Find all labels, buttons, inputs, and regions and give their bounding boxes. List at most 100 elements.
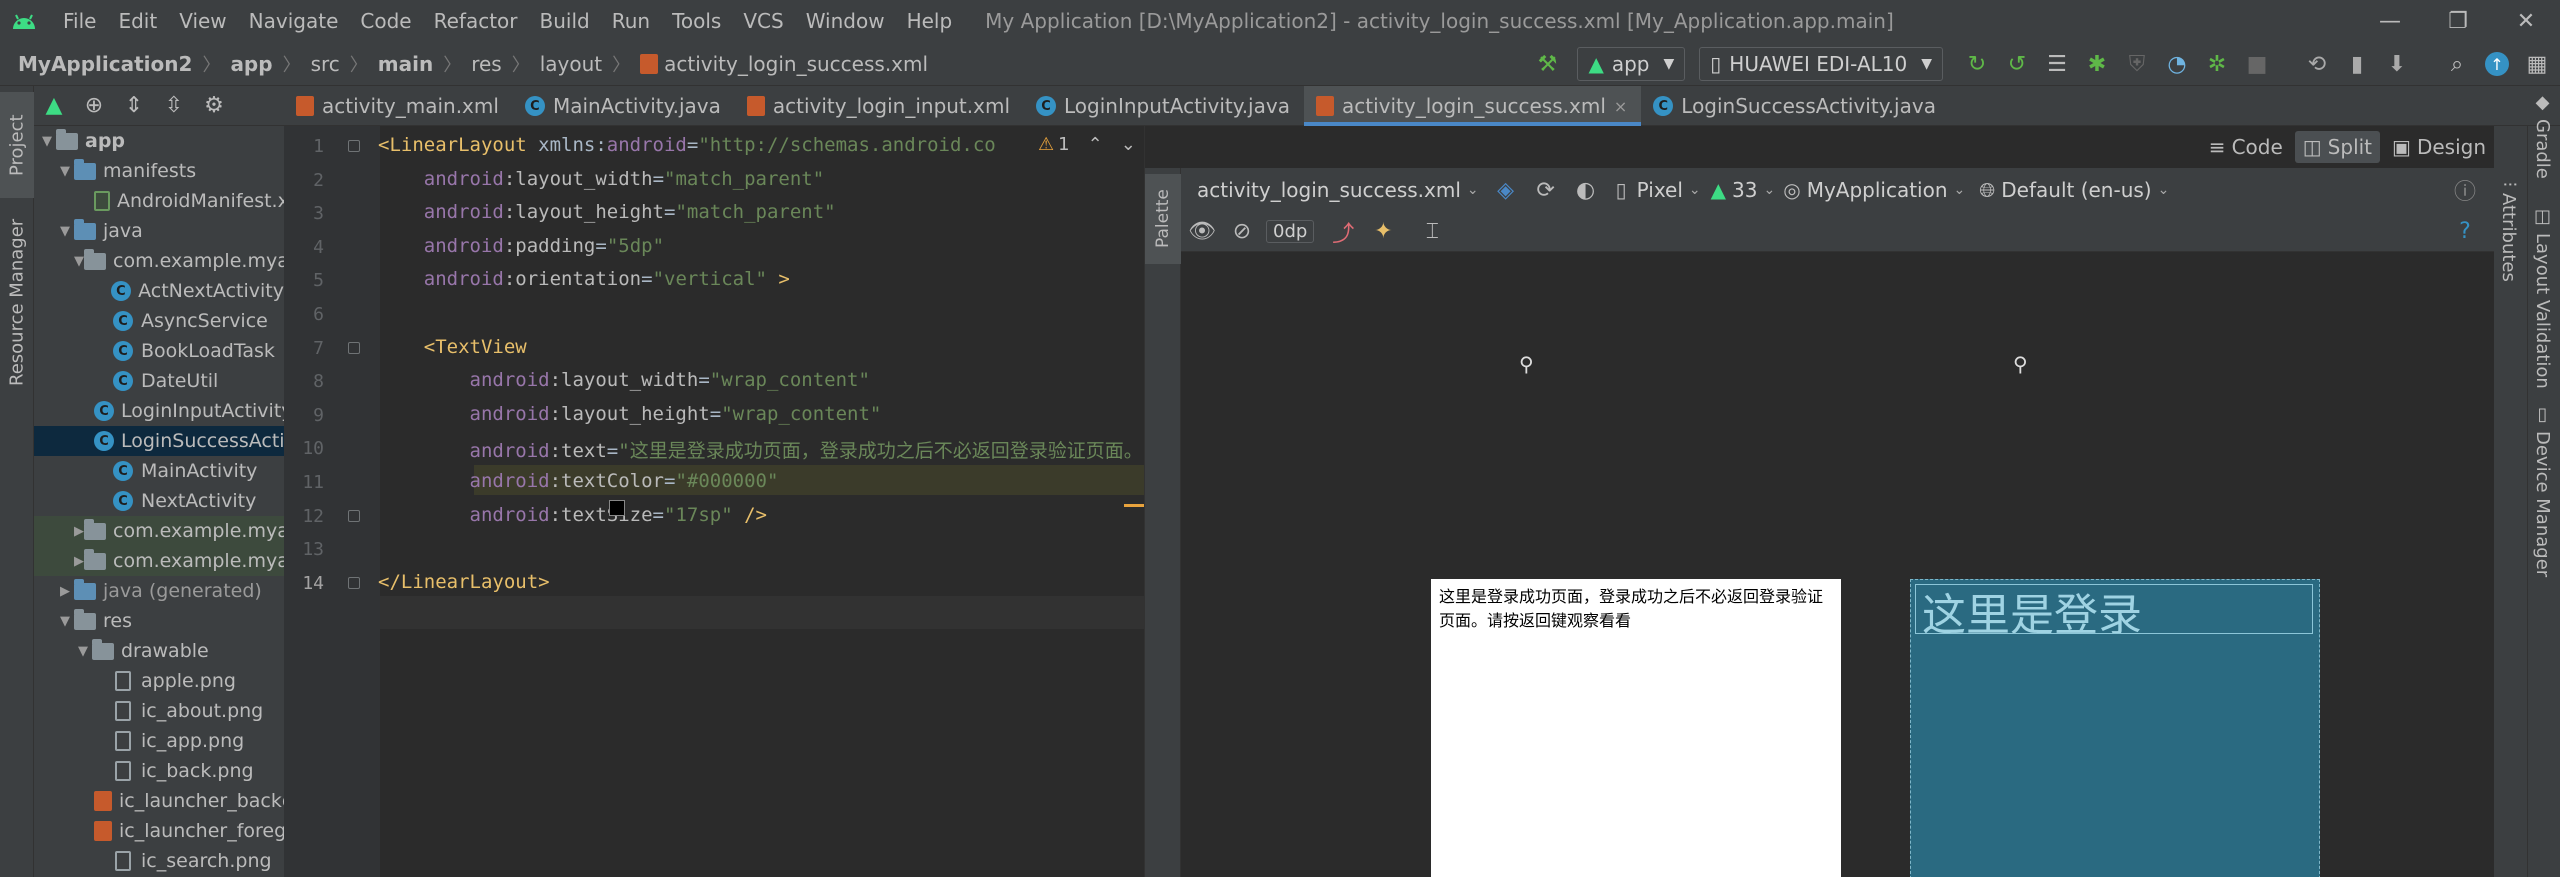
tree-item[interactable]: apple.png: [34, 666, 284, 696]
tree-item[interactable]: ic_about.png: [34, 696, 284, 726]
gear-icon[interactable]: ⚙: [194, 93, 234, 118]
tree-item[interactable]: AndroidManifest.xml: [34, 186, 284, 216]
resource-manager-tool-tab[interactable]: Resource Manager: [0, 212, 34, 392]
sync-gradle-icon[interactable]: ⟲: [2300, 47, 2334, 81]
list-icon[interactable]: ☰: [2040, 47, 2074, 81]
tree-item[interactable]: ic_back.png: [34, 756, 284, 786]
layout-toggle-icon[interactable]: ▦: [2520, 47, 2554, 81]
menu-edit[interactable]: Edit: [107, 0, 168, 42]
editor-tab[interactable]: C LoginInputActivity.java: [1024, 86, 1304, 126]
run-config-select[interactable]: ▲ app ▼: [1577, 47, 1686, 81]
breadcrumb-file[interactable]: activity_login_success.xml: [664, 52, 928, 76]
device-preview[interactable]: 这里是登录成功页面，登录成功之后不必返回登录验证页面。请按返回键观察看看: [1431, 579, 1841, 877]
tree-item[interactable]: C NextActivity: [34, 486, 284, 516]
debug-icon[interactable]: ✱: [2080, 47, 2114, 81]
orientation-icon[interactable]: ⟳: [1529, 173, 1563, 207]
tree-item[interactable]: C LoginSuccessActivity: [34, 426, 284, 456]
chevron-down-icon[interactable]: ▼: [74, 254, 84, 269]
code-line[interactable]: <TextView: [378, 336, 527, 358]
menu-build[interactable]: Build: [529, 0, 601, 42]
fold-icon[interactable]: [348, 509, 360, 522]
code-line[interactable]: android:text="这里是登录成功页面，登录成功之后不必返回登录验证页面…: [378, 436, 1143, 463]
chevron-up-icon[interactable]: ⌃: [1088, 134, 1103, 155]
android-view-icon[interactable]: ▲: [34, 93, 74, 118]
breadcrumb-main[interactable]: main: [378, 52, 433, 76]
device-manager-tab[interactable]: ▯ Device Manager: [2532, 404, 2553, 577]
minimize-button[interactable]: —: [2356, 0, 2424, 42]
chevron-down-icon[interactable]: ▼: [74, 644, 92, 659]
color-swatch-icon[interactable]: [609, 500, 625, 516]
rerun-icon[interactable]: ↻: [1960, 47, 1994, 81]
locate-icon[interactable]: ⊕: [74, 93, 114, 118]
sdk-manager-icon[interactable]: ⬇: [2380, 47, 2414, 81]
stop-icon[interactable]: ■: [2240, 47, 2274, 81]
menu-run[interactable]: Run: [601, 0, 661, 42]
menu-help[interactable]: Help: [896, 0, 964, 42]
breadcrumb-src[interactable]: src: [311, 52, 340, 76]
tree-item[interactable]: ▼ java: [34, 216, 284, 246]
tree-item[interactable]: ▶ java (generated): [34, 576, 284, 606]
tree-item[interactable]: C AsyncService: [34, 306, 284, 336]
tree-item[interactable]: ▼ drawable: [34, 636, 284, 666]
breadcrumb-module[interactable]: app: [230, 52, 272, 76]
code-line[interactable]: android:textColor="#000000": [378, 470, 779, 492]
chevron-right-icon[interactable]: ▶: [74, 524, 84, 539]
eye-icon[interactable]: 👁︎: [1185, 215, 1219, 249]
chevron-down-icon[interactable]: ⌄: [1121, 134, 1136, 155]
code-line[interactable]: <LinearLayout xmlns:android="http://sche…: [378, 134, 996, 156]
tree-item[interactable]: ▶ com.example.myapplication (test): [34, 546, 284, 576]
code-line[interactable]: android:textSize="17sp" />: [378, 504, 767, 526]
warning-status-icon[interactable]: ⓘ: [2448, 173, 2482, 207]
magnet-off-icon[interactable]: ⊘: [1225, 215, 1259, 249]
tree-item[interactable]: C LoginInputActivity: [34, 396, 284, 426]
tree-item[interactable]: ▼ manifests: [34, 156, 284, 186]
project-tool-tab[interactable]: Project: [0, 92, 34, 198]
update-icon[interactable]: ↑: [2480, 47, 2514, 81]
design-canvas[interactable]: ⚲ 这里是登录成功页面，登录成功之后不必返回登录验证页面。请按返回键观察看看 ⚲…: [1181, 252, 2495, 877]
profile-icon[interactable]: ◔: [2160, 47, 2194, 81]
menu-refactor[interactable]: Refactor: [423, 0, 529, 42]
tree-item[interactable]: ic_search.png: [34, 846, 284, 876]
layout-validation-tab[interactable]: ◫ Layout Validation: [2532, 206, 2553, 389]
editor-tab[interactable]: activity_main.xml: [284, 86, 513, 126]
chevron-right-icon[interactable]: ▶: [74, 554, 84, 569]
fold-icon[interactable]: [348, 576, 360, 589]
restore-button[interactable]: ❐: [2424, 0, 2492, 42]
attributes-tab[interactable]: ⫶ Attributes: [2498, 182, 2519, 281]
tree-item[interactable]: C MainActivity: [34, 456, 284, 486]
hammer-build-icon[interactable]: ⚒: [1530, 47, 1564, 81]
tree-item[interactable]: ▼ app: [34, 126, 284, 156]
attach-icon[interactable]: ⛨: [2120, 47, 2154, 81]
chevron-down-icon[interactable]: ▼: [38, 134, 56, 149]
apply-changes-icon[interactable]: ↺: [2000, 47, 2034, 81]
chevron-down-icon[interactable]: ▼: [56, 224, 74, 239]
clear-constraints-icon[interactable]: ⤴: [1326, 215, 1360, 249]
design-mode-button[interactable]: ▣ Design: [2384, 131, 2494, 163]
device-preview-select[interactable]: ▯ Pixel ⌄: [1616, 178, 1701, 202]
locale-select[interactable]: 🌐︎ Default (en-us) ⌄: [1979, 178, 2169, 202]
menu-code[interactable]: Code: [349, 0, 422, 42]
tree-item[interactable]: ▼ com.example.myapplication: [34, 246, 284, 276]
layers-icon[interactable]: ◈: [1489, 173, 1523, 207]
tree-item[interactable]: ic_app.png: [34, 726, 284, 756]
tree-item[interactable]: ▼ res: [34, 606, 284, 636]
api-level-select[interactable]: ▲ 33 ⌄: [1711, 178, 1776, 202]
warning-indicator[interactable]: ⚠ 1 ⌃ ⌄: [1038, 134, 1136, 155]
palette-tab[interactable]: Palette: [1145, 174, 1181, 264]
menu-tools[interactable]: Tools: [661, 0, 732, 42]
tree-item[interactable]: ic_launcher_foreground.xml: [34, 816, 284, 846]
code-line[interactable]: </LinearLayout>: [378, 571, 550, 593]
tree-item[interactable]: C DateUtil: [34, 366, 284, 396]
tree-item[interactable]: C ActNextActivity: [34, 276, 284, 306]
blueprint-textview[interactable]: 这里是登录: [1915, 584, 2313, 634]
code-editor[interactable]: 1 2 3 4 5 6 7 8 9 10 11 12 13 14 <LinearLayout xmlns:…: [284, 126, 1144, 877]
help-icon[interactable]: ?: [2448, 215, 2482, 249]
tree-item[interactable]: ▶ com.example.myapplication (androidTest): [34, 516, 284, 546]
pin-icon[interactable]: ⚲: [1519, 352, 1534, 376]
gradle-tab[interactable]: ◆ Gradle: [2532, 92, 2553, 179]
bug-icon[interactable]: ✲: [2200, 47, 2234, 81]
close-window-button[interactable]: ✕: [2492, 0, 2560, 42]
editor-tab[interactable]: C LoginSuccessActivity.java: [1641, 86, 1950, 126]
code-line[interactable]: android:layout_height="wrap_content": [378, 403, 882, 425]
device-select[interactable]: ▯ HUAWEI EDI-AL10 ▼: [1699, 47, 1943, 81]
